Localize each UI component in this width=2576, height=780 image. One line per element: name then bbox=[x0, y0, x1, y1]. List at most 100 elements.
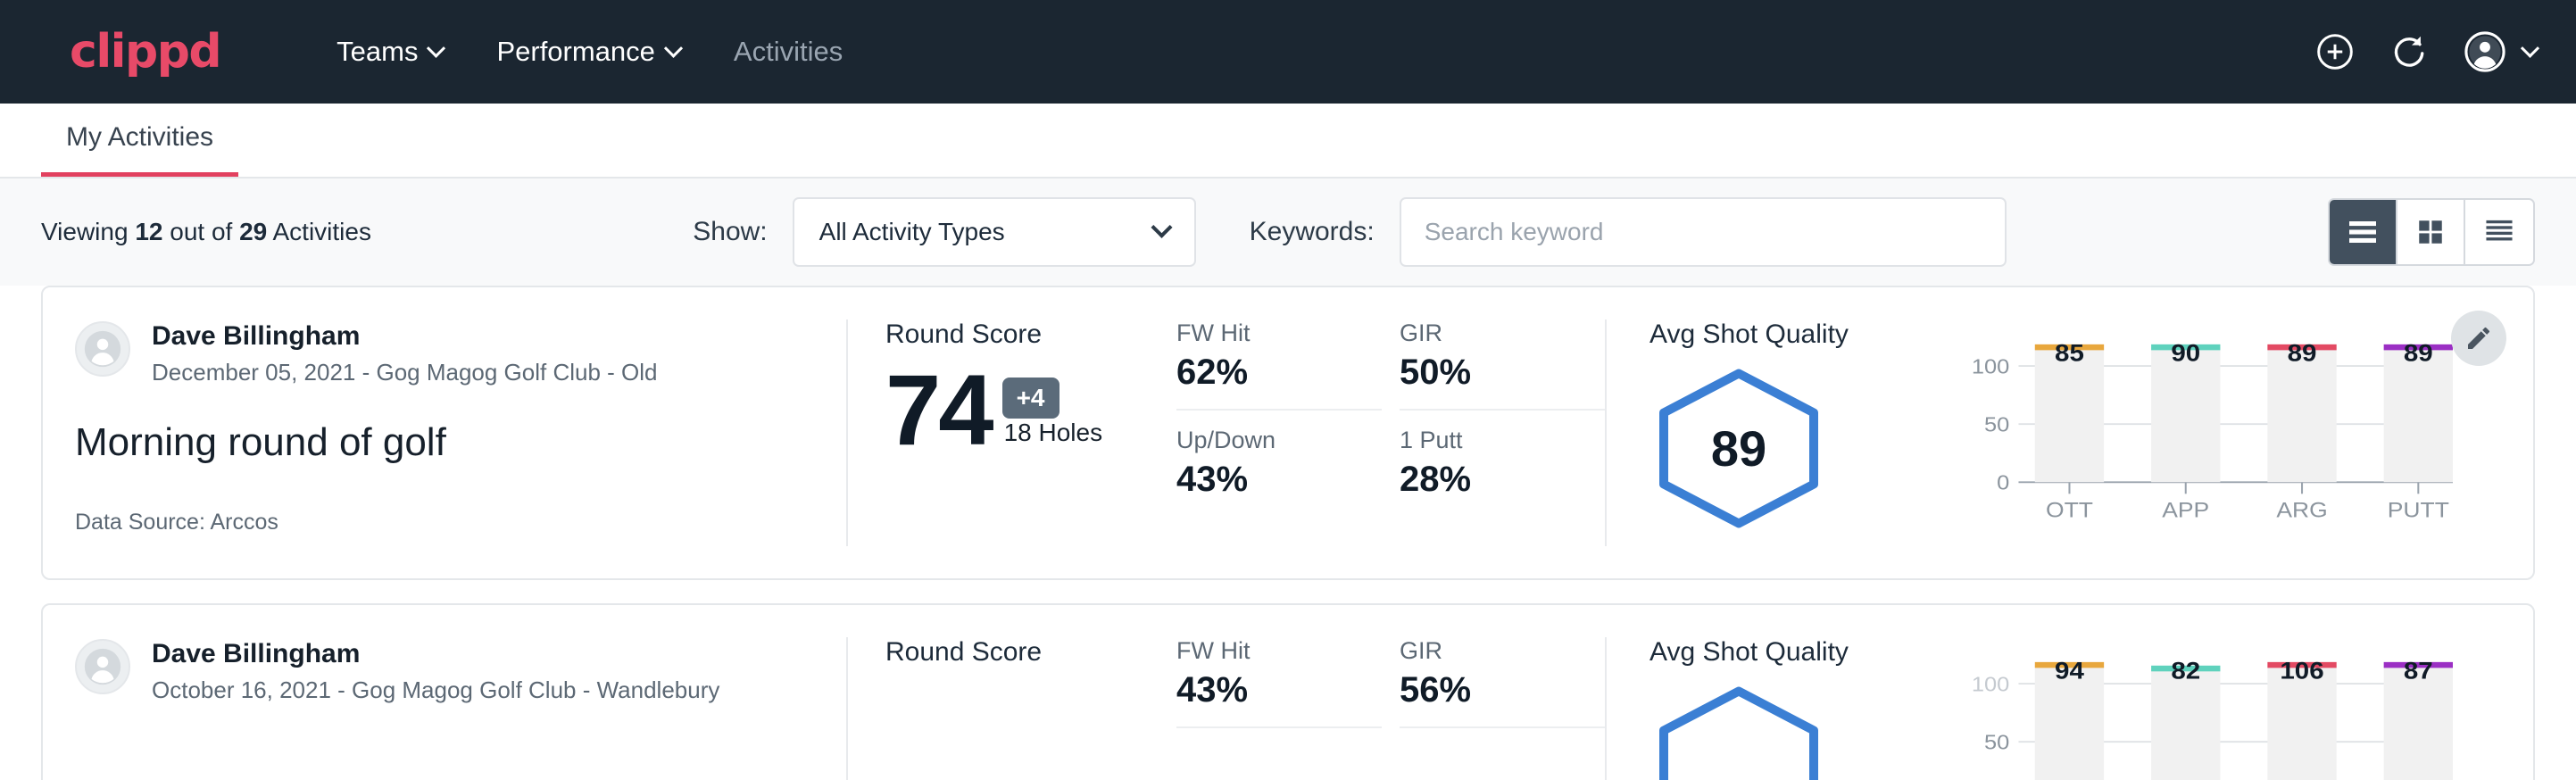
bar-app bbox=[2151, 348, 2220, 483]
bar-chart-svg: 100 50 0 85 OTT 90 APP bbox=[1944, 343, 2453, 521]
shot-quality-bar-chart: 100 50 0 85 OTT 90 APP bbox=[1944, 319, 2533, 546]
viewing-mid: out of bbox=[162, 218, 239, 245]
avg-shot-quality-column: Avg Shot Quality 89 bbox=[1605, 319, 2533, 546]
tab-my-activities-label: My Activities bbox=[66, 122, 213, 152]
view-mode-toggle-group bbox=[2328, 198, 2535, 266]
bar-arg bbox=[2267, 348, 2336, 483]
keywords-label: Keywords: bbox=[1250, 217, 1375, 247]
activity-type-select[interactable]: All Activity Types bbox=[793, 197, 1196, 267]
shot-quality-hexagon-wrap bbox=[1649, 684, 1944, 780]
activity-data-source: Data Source: Arccos bbox=[75, 510, 807, 535]
nav-item-activities-label: Activities bbox=[734, 36, 843, 68]
page-tab-bar: My Activities bbox=[0, 104, 2576, 178]
bar-putt-label: PUTT bbox=[2388, 498, 2449, 521]
stat-fw-hit-label: FW Hit bbox=[1176, 319, 1364, 347]
ytick-0: 0 bbox=[1997, 472, 2009, 495]
score-differential-badge: +4 bbox=[1002, 378, 1059, 419]
bar-arg-value: 89 bbox=[2288, 343, 2317, 366]
filter-toolbar: Viewing 12 out of 29 Activities Show: Al… bbox=[0, 178, 2576, 286]
hexagon-icon bbox=[1649, 684, 1828, 780]
stat-up-down-label: Up/Down bbox=[1176, 427, 1364, 454]
show-label: Show: bbox=[693, 217, 767, 247]
compact-view-icon[interactable] bbox=[2465, 200, 2533, 264]
round-score-column: Round Score bbox=[846, 637, 1176, 780]
stats-grid: FW Hit 62% GIR 50% Up/Down 43% 1 Putt 28… bbox=[1176, 319, 1605, 546]
shot-quality-score-block: Avg Shot Quality bbox=[1649, 637, 1944, 780]
activity-card[interactable]: Dave Billingham December 05, 2021 - Gog … bbox=[41, 286, 2535, 580]
activity-card[interactable]: Dave Billingham October 16, 2021 - Gog M… bbox=[41, 603, 2535, 780]
viewing-prefix: Viewing bbox=[41, 218, 135, 245]
bar-app-value: 90 bbox=[2171, 343, 2200, 366]
ytick-50: 50 bbox=[1984, 413, 2009, 436]
round-score-extras: +4 18 Holes bbox=[992, 376, 1103, 456]
nav-item-activities[interactable]: Activities bbox=[707, 36, 869, 68]
bar-putt bbox=[2384, 348, 2453, 483]
viewing-count: 12 bbox=[135, 218, 162, 245]
stat-one-putt-label: 1 Putt bbox=[1400, 427, 1587, 454]
bar-putt-value: 89 bbox=[2404, 343, 2433, 366]
chevron-down-icon bbox=[1151, 216, 1172, 237]
bar-app-label: APP bbox=[2162, 498, 2209, 521]
stat-up-down: Up/Down 43% bbox=[1176, 427, 1382, 500]
grid-view-icon[interactable] bbox=[2397, 200, 2465, 264]
chevron-down-icon bbox=[664, 38, 683, 57]
activity-author-text: Dave Billingham October 16, 2021 - Gog M… bbox=[152, 637, 719, 704]
activity-author-text: Dave Billingham December 05, 2021 - Gog … bbox=[152, 319, 658, 386]
top-navigation-bar: clippd Teams Performance Activities bbox=[0, 0, 2576, 104]
activity-title: Morning round of golf bbox=[75, 420, 807, 465]
main-nav-links: Teams Performance Activities bbox=[310, 36, 869, 68]
app-logo[interactable]: clippd bbox=[70, 25, 220, 79]
shot-quality-value: 89 bbox=[1649, 419, 1828, 477]
nav-item-performance-label: Performance bbox=[496, 36, 654, 68]
nav-item-teams-label: Teams bbox=[337, 36, 418, 68]
bar-ott-value: 94 bbox=[2055, 660, 2084, 684]
activity-info-column: Dave Billingham October 16, 2021 - Gog M… bbox=[43, 637, 846, 780]
activity-meta: December 05, 2021 - Gog Magog Golf Club … bbox=[152, 359, 658, 386]
account-circle-icon[interactable] bbox=[2464, 31, 2505, 72]
filter-controls: Show: All Activity Types Keywords: bbox=[693, 197, 2006, 267]
bar-putt-value: 87 bbox=[2404, 660, 2433, 684]
round-score-value: 74 bbox=[885, 366, 992, 456]
stat-one-putt-value: 28% bbox=[1400, 460, 1587, 500]
shot-quality-score-block: Avg Shot Quality 89 bbox=[1649, 319, 1944, 546]
tab-my-activities[interactable]: My Activities bbox=[41, 122, 238, 177]
activity-meta: October 16, 2021 - Gog Magog Golf Club -… bbox=[152, 676, 719, 704]
viewing-total: 29 bbox=[239, 218, 267, 245]
avatar bbox=[75, 321, 130, 377]
plus-circle-icon[interactable] bbox=[2314, 31, 2356, 72]
stat-fw-hit-label: FW Hit bbox=[1176, 637, 1364, 665]
shot-quality-hexagon: 89 bbox=[1649, 366, 1828, 531]
holes-label: 18 Holes bbox=[1004, 419, 1103, 456]
nav-item-performance[interactable]: Performance bbox=[469, 36, 706, 68]
shot-quality-hexagon bbox=[1649, 684, 1828, 780]
refresh-icon[interactable] bbox=[2389, 31, 2431, 72]
stat-gir-value: 56% bbox=[1400, 670, 1587, 710]
avg-shot-quality-column: Avg Shot Quality 100 50 bbox=[1605, 637, 2533, 780]
edit-pencil-icon[interactable] bbox=[2451, 311, 2506, 366]
ytick-50: 50 bbox=[1984, 731, 2009, 754]
activity-author: Dave Billingham October 16, 2021 - Gog M… bbox=[75, 637, 807, 704]
activity-card-list: Dave Billingham December 05, 2021 - Gog … bbox=[0, 286, 2576, 780]
bar-ott-label: OTT bbox=[2046, 498, 2093, 521]
activity-info-column: Dave Billingham December 05, 2021 - Gog … bbox=[43, 319, 846, 546]
nav-actions bbox=[2314, 31, 2537, 72]
round-score-column: Round Score 74 +4 18 Holes bbox=[846, 319, 1176, 546]
viewing-count-text: Viewing 12 out of 29 Activities bbox=[41, 218, 371, 246]
nav-item-teams[interactable]: Teams bbox=[310, 36, 469, 68]
activity-author-name: Dave Billingham bbox=[152, 637, 719, 671]
ytick-100: 100 bbox=[1972, 355, 2009, 378]
round-score-heading: Round Score bbox=[885, 319, 1176, 350]
stats-grid: FW Hit 43% GIR 56% bbox=[1176, 637, 1605, 780]
bar-app-value: 82 bbox=[2171, 660, 2200, 684]
search-input[interactable] bbox=[1400, 197, 2007, 267]
chevron-down-icon bbox=[2521, 38, 2539, 57]
stat-gir-value: 50% bbox=[1400, 353, 1587, 393]
ytick-100: 100 bbox=[1972, 673, 2009, 696]
round-score-value-row: 74 +4 18 Holes bbox=[885, 366, 1176, 456]
stat-one-putt: 1 Putt 28% bbox=[1400, 427, 1605, 500]
stat-gir-label: GIR bbox=[1400, 319, 1587, 347]
viewing-suffix: Activities bbox=[267, 218, 371, 245]
list-view-icon[interactable] bbox=[2330, 200, 2397, 264]
stat-fw-hit: FW Hit 62% bbox=[1176, 319, 1382, 411]
account-menu[interactable] bbox=[2464, 31, 2537, 72]
